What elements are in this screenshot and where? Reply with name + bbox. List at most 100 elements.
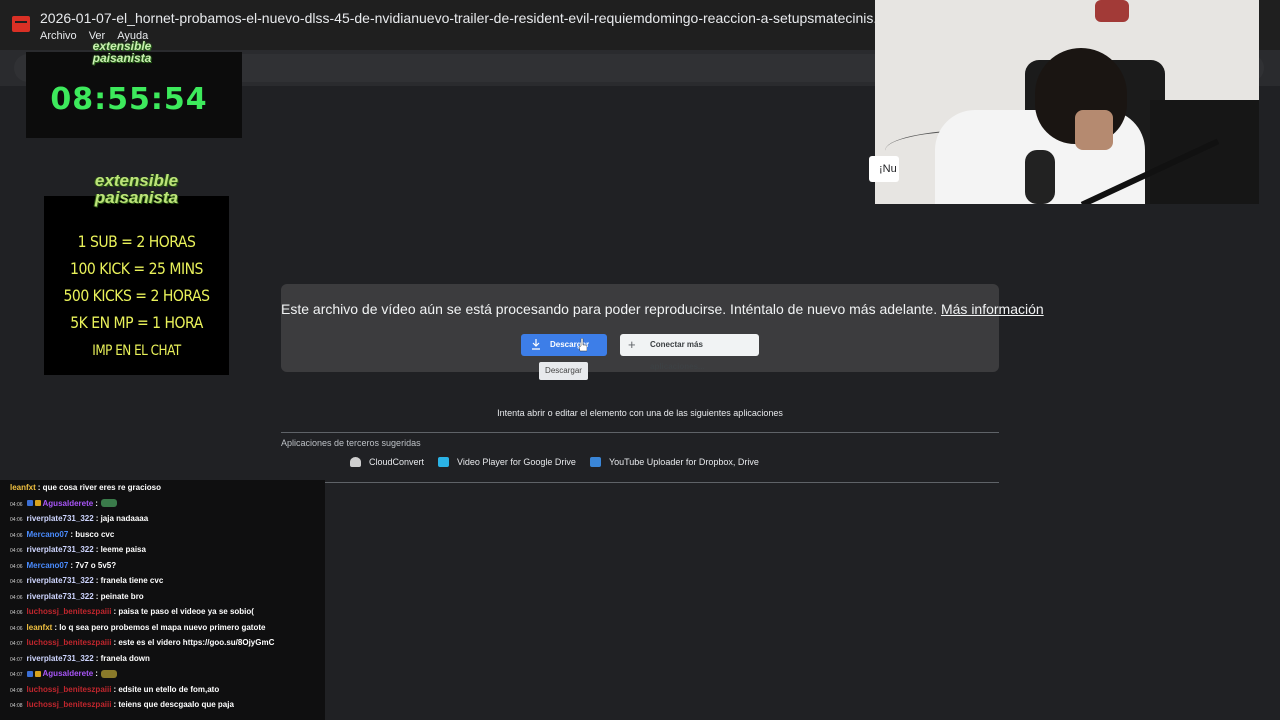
chat-username[interactable]: Agusalderete <box>43 669 94 678</box>
partial-chip[interactable]: ¡Nu <box>869 156 899 182</box>
connect-apps-button[interactable]: + Conectar más aplicaciones... <box>620 334 759 371</box>
video-file-icon <box>12 16 30 32</box>
brand-logo-small: extensible paisanista <box>62 40 182 64</box>
chat-username[interactable]: riverplate731_322 <box>27 514 94 523</box>
chat-username[interactable]: leanfxt <box>27 623 53 632</box>
more-info-link[interactable]: Más información <box>941 301 1044 317</box>
chat-timestamp: 04:06 <box>10 625 23 632</box>
chat-text: : peinate bro <box>95 591 144 601</box>
app-video-player[interactable]: Video Player for Google Drive <box>438 457 576 467</box>
suggested-apps-list: CloudConvert Video Player for Google Dri… <box>350 457 759 467</box>
chat-username[interactable]: riverplate731_322 <box>27 654 94 663</box>
webcam-dark-area <box>1150 100 1259 204</box>
app-cloudconvert[interactable]: CloudConvert <box>350 457 424 467</box>
chat-timestamp: 04:06 <box>10 548 23 554</box>
chat-timestamp: 04:07 <box>10 656 23 663</box>
webcam-shelf-object <box>1095 0 1129 22</box>
chat-message: 04:06 riverplate731_322: jaja nadaaaa <box>0 511 325 527</box>
divider <box>281 482 999 483</box>
plus-icon: + <box>628 337 636 352</box>
chat-text: : lo q sea pero probemos el mapa nuevo p… <box>54 622 266 632</box>
chat-username[interactable]: luchossj_beniteszpaiii <box>27 685 112 694</box>
chat-timestamp: 04:06 <box>10 579 23 585</box>
chat-message: 04:08 luchossj_beniteszpaiii: edsite un e… <box>0 682 325 698</box>
chat-message: 04:06 riverplate731_322: leeme paisa <box>0 542 325 558</box>
chat-message: 04:06 luchossj_beniteszpaiii: paisa te pa… <box>0 604 325 620</box>
chat-text: : teiens que descgaalo que paja <box>113 700 234 709</box>
chat-message: 04:06 Agusalderete: <box>0 496 325 512</box>
brand-logo-large: extensible paisanista <box>44 172 229 206</box>
subathon-rules: 1 SUB = 2 HORAS 100 KICK = 25 MINS 500 K… <box>44 232 229 367</box>
chat-message: 04:06 Mercano07: 7v7 o 5v5? <box>0 558 325 574</box>
chat-list: leanfxt: que cosa river eres re gracioso… <box>0 480 325 713</box>
chat-text: : leeme paisa <box>95 545 146 554</box>
chat-username[interactable]: leanfxt <box>10 483 36 492</box>
chat-message: 04:07 luchossj_beniteszpaiii: este es el … <box>0 635 325 651</box>
app-label: CloudConvert <box>369 457 425 467</box>
chat-text: : que cosa river eres re gracioso <box>37 483 161 492</box>
connect-apps-label: Conectar más aplicaciones... <box>650 340 705 371</box>
app-label: YouTube Uploader for Dropbox, Drive <box>608 457 759 467</box>
chat-badge-icon <box>34 670 41 677</box>
chat-text: : este es el videro https://goo.su/8OjyG… <box>113 638 275 647</box>
processing-dialog: Este archivo de vídeo aún se está proces… <box>281 284 1044 372</box>
youtube-uploader-icon <box>589 457 601 467</box>
chat-username[interactable]: riverplate731_322 <box>27 545 94 554</box>
chat-message: 04:07 riverplate731_322: franela down <box>0 651 325 667</box>
chat-message: 04:06 riverplate731_322: franela tiene cv… <box>0 573 325 589</box>
chat-text: : paisa te paso el videoe ya se sobio( <box>113 607 254 616</box>
chat-badge-icon <box>26 670 33 677</box>
processing-text: Este archivo de vídeo aún se está proces… <box>281 301 938 317</box>
chat-timestamp: 04:07 <box>10 672 23 678</box>
chat-text: : edsite un etello de fom,ato <box>113 684 220 694</box>
webcam-feed <box>875 0 1259 204</box>
chat-timestamp: 04:06 <box>10 501 23 508</box>
chat-text: : 7v7 o 5v5? <box>70 560 117 570</box>
file-title: 2026-01-07-el_hornet-probamos-el-nuevo-d… <box>40 10 918 26</box>
chat-timestamp: 04:08 <box>10 687 23 694</box>
chat-username[interactable]: Mercano07 <box>27 561 69 570</box>
chat-badge-icon <box>26 500 33 507</box>
chat-timestamp: 04:06 <box>10 594 23 601</box>
chat-username[interactable]: riverplate731_322 <box>27 576 94 585</box>
chat-text: : jaja nadaaaa <box>95 514 149 523</box>
chat-username[interactable]: Mercano07 <box>27 530 69 539</box>
chat-timestamp: 04:06 <box>10 532 23 539</box>
brand-line-2: paisanista <box>92 51 152 65</box>
download-icon <box>532 339 540 350</box>
chat-message: 04:07 Agusalderete: <box>0 666 325 682</box>
chat-message: leanfxt: que cosa river eres re gracioso <box>0 480 325 496</box>
chat-timestamp: 04:06 <box>10 517 23 523</box>
stream-timer: 08:55:54 <box>50 82 208 117</box>
chat-username[interactable]: luchossj_beniteszpaiii <box>27 700 112 709</box>
open-with-text: Intenta abrir o editar el elemento con u… <box>497 408 783 418</box>
webcam-microphone <box>1025 150 1055 204</box>
chat-username[interactable]: riverplate731_322 <box>27 592 94 601</box>
processing-message: Este archivo de vídeo aún se está proces… <box>281 301 1044 317</box>
chat-text: : <box>95 669 98 678</box>
chat-timestamp: 04:08 <box>10 703 23 709</box>
chat-username[interactable]: Agusalderete <box>43 499 94 508</box>
brand-line-1: extensible <box>94 171 179 190</box>
chat-emote-icon <box>100 669 117 678</box>
video-player-icon <box>438 457 450 467</box>
chat-text: : <box>95 498 98 508</box>
rule-item: IMP EN EL CHAT <box>92 342 181 359</box>
webcam-person-face <box>1075 110 1113 150</box>
chat-timestamp: 04:07 <box>10 641 23 647</box>
app-label: Video Player for Google Drive <box>457 457 576 467</box>
download-tooltip: Descargar <box>539 362 588 380</box>
chat-text: : busco cvc <box>70 529 115 539</box>
chat-message: 04:08 luchossj_beniteszpaiii: teiens que … <box>0 697 325 713</box>
suggested-apps-title: Aplicaciones de terceros sugeridas <box>281 438 421 448</box>
app-youtube-uploader[interactable]: YouTube Uploader for Dropbox, Drive <box>589 457 759 467</box>
chat-username[interactable]: luchossj_beniteszpaiii <box>27 638 112 647</box>
divider <box>281 432 999 433</box>
chat-badge-icon <box>34 500 41 507</box>
file-name: 2026-01-07-el_hornet-probamos-el-nuevo-d… <box>40 10 905 26</box>
chat-text: : franela down <box>95 653 150 663</box>
chat-username[interactable]: luchossj_beniteszpaiii <box>27 607 112 616</box>
download-button[interactable]: Descargar <box>521 334 607 356</box>
chat-message: 04:06 riverplate731_322: peinate bro <box>0 589 325 605</box>
stream-chat: leanfxt: que cosa river eres re gracioso… <box>0 480 325 720</box>
